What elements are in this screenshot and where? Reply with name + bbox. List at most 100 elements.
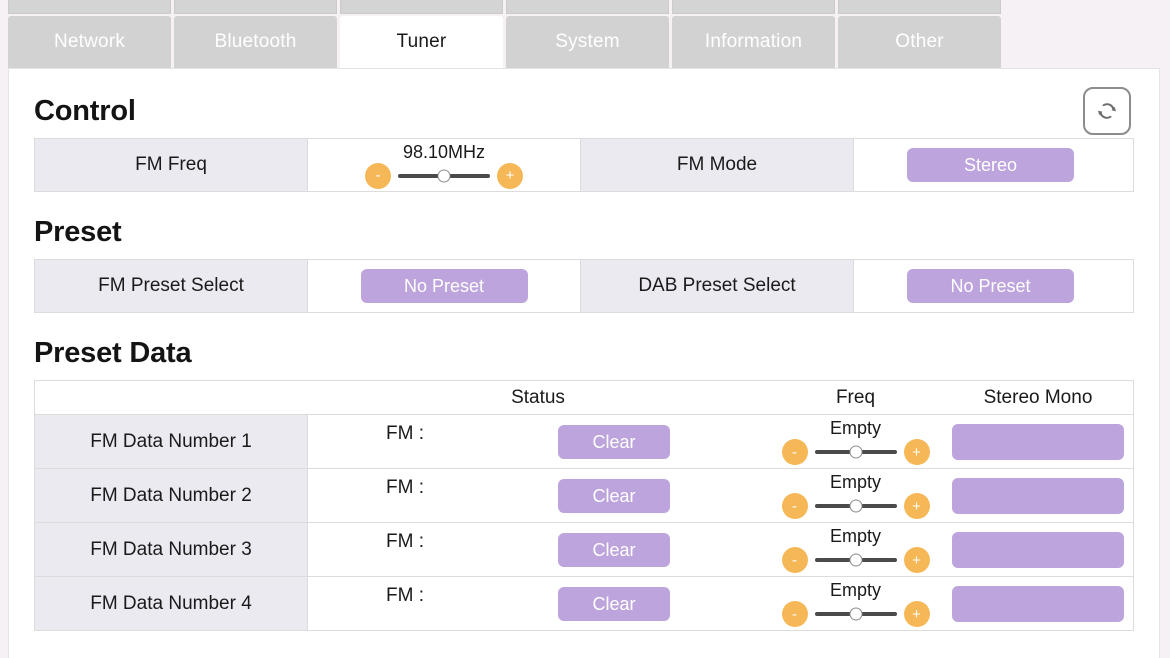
row-status-text: FM : [386, 477, 424, 498]
fm-freq-increment-button[interactable]: + [497, 162, 523, 189]
preset-row: FM Preset Select No Preset DAB Preset Se… [34, 259, 1134, 313]
row-name: FM Data Number 3 [35, 523, 308, 576]
row-freq-slider-track[interactable] [814, 553, 897, 567]
row-freq-slider-row: - + [781, 493, 930, 519]
row-freq-slider-row: - + [781, 547, 930, 573]
table-row: FM Data Number 2 FM : Clear Empty - + [35, 469, 1133, 523]
preset-data-section-title: Preset Data [34, 337, 192, 369]
row-stereo-mono-cell [943, 469, 1133, 522]
row-freq-slider-track[interactable] [814, 445, 897, 459]
fm-freq-slider-track[interactable] [398, 169, 490, 182]
row-freq-slider-knob[interactable] [849, 445, 862, 459]
ghost-tab-1[interactable] [8, 0, 171, 14]
header-name [35, 381, 308, 414]
tab-bar-filler [1004, 16, 1170, 68]
table-row: FM Data Number 4 FM : Clear Empty - + [35, 577, 1133, 631]
row-name: FM Data Number 2 [35, 469, 308, 522]
row-freq-decrement-button[interactable]: - [781, 601, 808, 627]
row-status-cell: FM : Clear [308, 469, 768, 522]
row-freq-slider-track[interactable] [814, 499, 897, 513]
row-freq-decrement-button[interactable]: - [781, 493, 808, 519]
header-freq: Freq [835, 386, 876, 408]
fm-freq-label: FM Freq [35, 139, 308, 191]
fm-mode-button[interactable]: Stereo [907, 148, 1074, 182]
row-freq-cell: Empty - + [768, 577, 943, 630]
row-stereo-mono-cell [943, 523, 1133, 576]
row-freq-slider-knob[interactable] [849, 553, 862, 567]
preset-data-table: Status Freq Stereo Mono FM Data Number 1… [34, 380, 1134, 631]
row-freq-slider-row: - + [781, 439, 930, 465]
stereo-mono-button[interactable] [952, 585, 1124, 622]
row-name: FM Data Number 4 [35, 577, 308, 630]
stereo-mono-button[interactable] [952, 531, 1124, 568]
tuner-settings-screen: Network Bluetooth Tuner System Informati… [0, 0, 1170, 658]
row-freq-decrement-button[interactable]: - [781, 547, 808, 573]
tab-information[interactable]: Information [672, 16, 835, 68]
ghost-tab-4[interactable] [506, 0, 669, 14]
row-freq-cell: Empty - + [768, 523, 943, 576]
row-freq-slider-group: Empty - + [768, 580, 943, 627]
row-freq-slider-track[interactable] [814, 607, 897, 621]
row-freq-slider-knob[interactable] [849, 499, 862, 513]
row-freq-increment-button[interactable]: + [903, 439, 930, 465]
tabstrip-overflow-row [8, 0, 1170, 16]
clear-button[interactable]: Clear [558, 479, 670, 513]
tab-bar: Network Bluetooth Tuner System Informati… [8, 16, 1170, 68]
clear-button[interactable]: Clear [558, 425, 670, 459]
stereo-mono-button[interactable] [952, 477, 1124, 514]
row-clear-holder: Clear [558, 479, 670, 513]
tab-system[interactable]: System [506, 16, 669, 68]
ghost-tab-5[interactable] [672, 0, 835, 14]
table-row: FM Data Number 3 FM : Clear Empty - + [35, 523, 1133, 577]
control-row: FM Freq 98.10MHz - + FM Mode Stereo [34, 138, 1134, 192]
clear-button[interactable]: Clear [558, 587, 670, 621]
fm-freq-decrement-button[interactable]: - [365, 162, 391, 189]
tab-system-label: System [555, 31, 620, 52]
header-stereo-mono: Stereo Mono [983, 386, 1093, 408]
row-freq-increment-button[interactable]: + [903, 601, 930, 627]
row-stereo-mono-cell [943, 415, 1133, 468]
ghost-tab-6[interactable] [838, 0, 1001, 14]
row-freq-value: Empty [829, 580, 881, 600]
row-freq-decrement-button[interactable]: - [781, 439, 808, 465]
fm-mode-label: FM Mode [581, 139, 854, 191]
fm-freq-value: 98.10MHz [402, 141, 486, 162]
refresh-icon [1098, 103, 1116, 119]
ghost-tab-filler [1004, 0, 1167, 14]
dab-preset-select-control: No Preset [854, 260, 1127, 312]
row-freq-value: Empty [829, 526, 881, 546]
fm-freq-slider-row: - + [365, 162, 523, 189]
row-freq-value: Empty [829, 472, 881, 492]
fm-freq-slider-group: 98.10MHz - + [308, 142, 580, 189]
fm-freq-slider-knob[interactable] [437, 169, 451, 182]
row-freq-slider-knob[interactable] [849, 607, 862, 621]
row-freq-increment-button[interactable]: + [903, 547, 930, 573]
row-freq-slider-group: Empty - + [768, 418, 943, 465]
stereo-mono-button[interactable] [952, 423, 1124, 460]
row-freq-increment-button[interactable]: + [903, 493, 930, 519]
ghost-tab-2[interactable] [174, 0, 337, 14]
tab-information-label: Information [704, 31, 803, 52]
row-freq-slider-group: Empty - + [768, 526, 943, 573]
header-status-label: Status [511, 386, 565, 408]
fm-mode-control: Stereo [854, 139, 1127, 191]
control-section-title: Control [34, 95, 136, 127]
row-status-cell: FM : Clear [308, 577, 768, 630]
row-clear-holder: Clear [558, 587, 670, 621]
row-status-cell: FM : Clear [308, 415, 768, 468]
dab-preset-select-button[interactable]: No Preset [907, 269, 1074, 303]
tab-network[interactable]: Network [8, 16, 171, 68]
clear-button[interactable]: Clear [558, 533, 670, 567]
refresh-button[interactable] [1083, 87, 1131, 135]
ghost-tab-3[interactable] [340, 0, 503, 14]
tab-bluetooth-label: Bluetooth [214, 31, 297, 52]
fm-preset-select-button[interactable]: No Preset [360, 269, 528, 303]
row-status-text: FM : [386, 531, 424, 552]
row-freq-slider-row: - + [781, 601, 930, 627]
row-freq-value: Empty [829, 418, 881, 438]
dab-preset-select-label: DAB Preset Select [581, 260, 854, 312]
tab-bluetooth[interactable]: Bluetooth [174, 16, 337, 68]
row-status-cell: FM : Clear [308, 523, 768, 576]
tab-tuner[interactable]: Tuner [340, 16, 503, 68]
tab-other[interactable]: Other [838, 16, 1001, 68]
